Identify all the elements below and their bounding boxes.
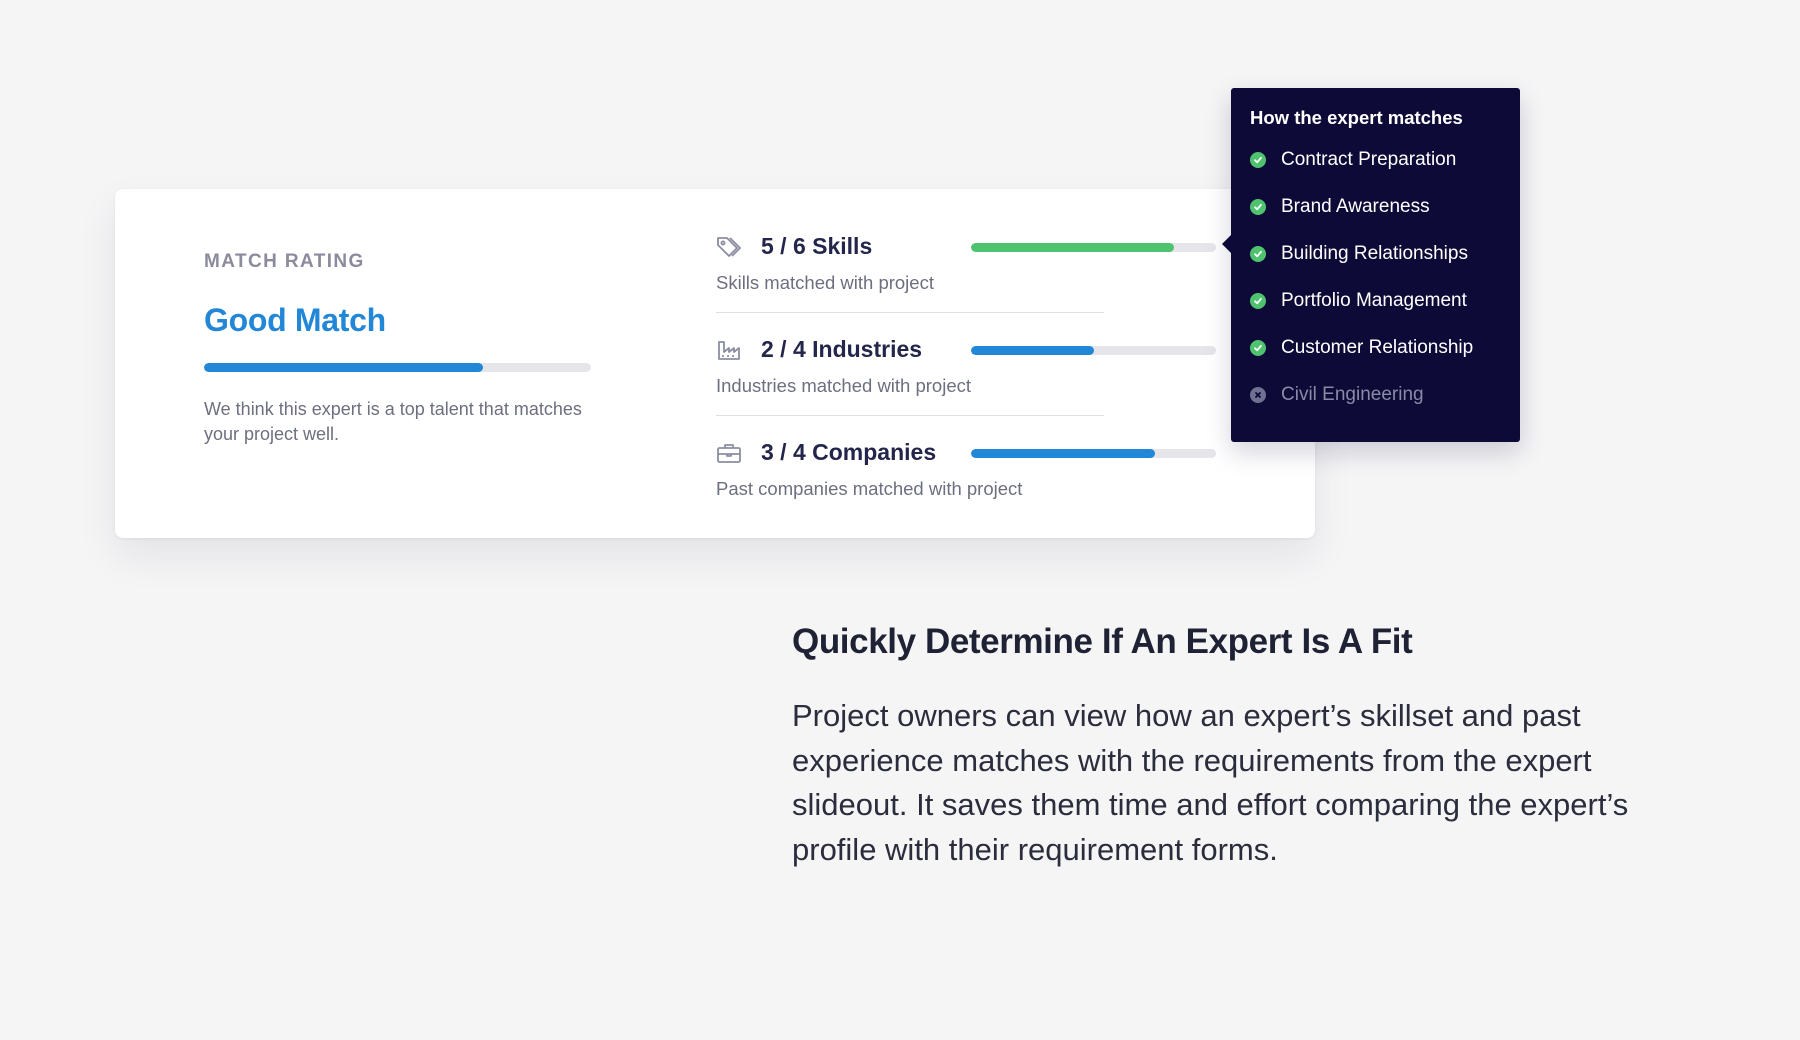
tooltip-skill-item: Portfolio Management [1250,290,1473,337]
feature-description: Project owners can view how an expert’s … [792,698,1629,867]
match-rating-bar-fill [204,363,483,372]
check-circle-icon [1250,293,1266,309]
match-rating-description: We think this expert is a top talent tha… [204,399,582,444]
skills-metric-subtitle: Skills matched with project [716,272,934,293]
match-rating-value: Good Match [204,302,386,338]
skills-metric-bar-fill [971,243,1175,252]
check-circle-icon [1250,246,1266,262]
tooltip-skill-item: Building Relationships [1250,243,1473,290]
tooltip-skill-label: Customer Relationship [1281,337,1474,358]
feature-heading: Quickly Determine If An Expert Is A Fit [792,622,1413,661]
industries-metric-bar-fill [971,346,1094,355]
companies-metric-bar-fill [971,449,1155,458]
tooltip-skill-label: Building Relationships [1281,243,1468,264]
skills-metric-title: 5 / 6 Skills [761,233,873,259]
tooltip-skill-item: Contract Preparation [1250,149,1473,196]
skills-metric[interactable]: 5 / 6 Skills Skills matched with project [716,229,1216,319]
skills-match-tooltip: How the expert matches Contract Preparat… [1222,88,1520,442]
match-rating-bar [204,363,591,372]
tooltip-skill-list: Contract Preparation Brand Awareness Build… [1250,149,1473,431]
tooltip-skill-label: Brand Awareness [1281,196,1430,217]
tooltip-skill-label: Contract Preparation [1281,149,1457,170]
metric-divider [716,415,1104,416]
factory-icon [716,338,742,362]
check-circle-icon [1250,152,1266,168]
check-circle-icon [1250,199,1266,215]
tooltip-skill-item: Brand Awareness [1250,196,1473,243]
x-circle-icon [1250,387,1266,403]
metric-divider [716,312,1104,313]
tooltip-title: How the expert matches [1250,107,1463,128]
companies-metric-subtitle: Past companies matched with project [716,478,1023,499]
tooltip-skill-item: Customer Relationship [1250,337,1473,384]
match-rating-label: MATCH RATING [204,251,365,272]
check-circle-icon [1250,340,1266,356]
tooltip-skill-label: Civil Engineering [1281,384,1424,405]
industries-metric-subtitle: Industries matched with project [716,375,972,396]
match-rating-card: MATCH RATING Good Match We think this ex… [115,189,1315,538]
companies-metric[interactable]: 3 / 4 Companies Past companies matched w… [716,435,1216,525]
briefcase-icon [716,441,742,465]
tooltip-skill-item: Civil Engineering [1250,384,1473,431]
tag-icon [716,235,742,259]
companies-metric-bar [971,449,1216,458]
tooltip-skill-label: Portfolio Management [1281,290,1467,311]
industries-metric-title: 2 / 4 Industries [761,336,923,362]
industries-metric[interactable]: 2 / 4 Industries Industries matched with… [716,332,1216,422]
industries-metric-bar [971,346,1216,355]
companies-metric-title: 3 / 4 Companies [761,439,937,465]
skills-metric-bar [971,243,1216,252]
